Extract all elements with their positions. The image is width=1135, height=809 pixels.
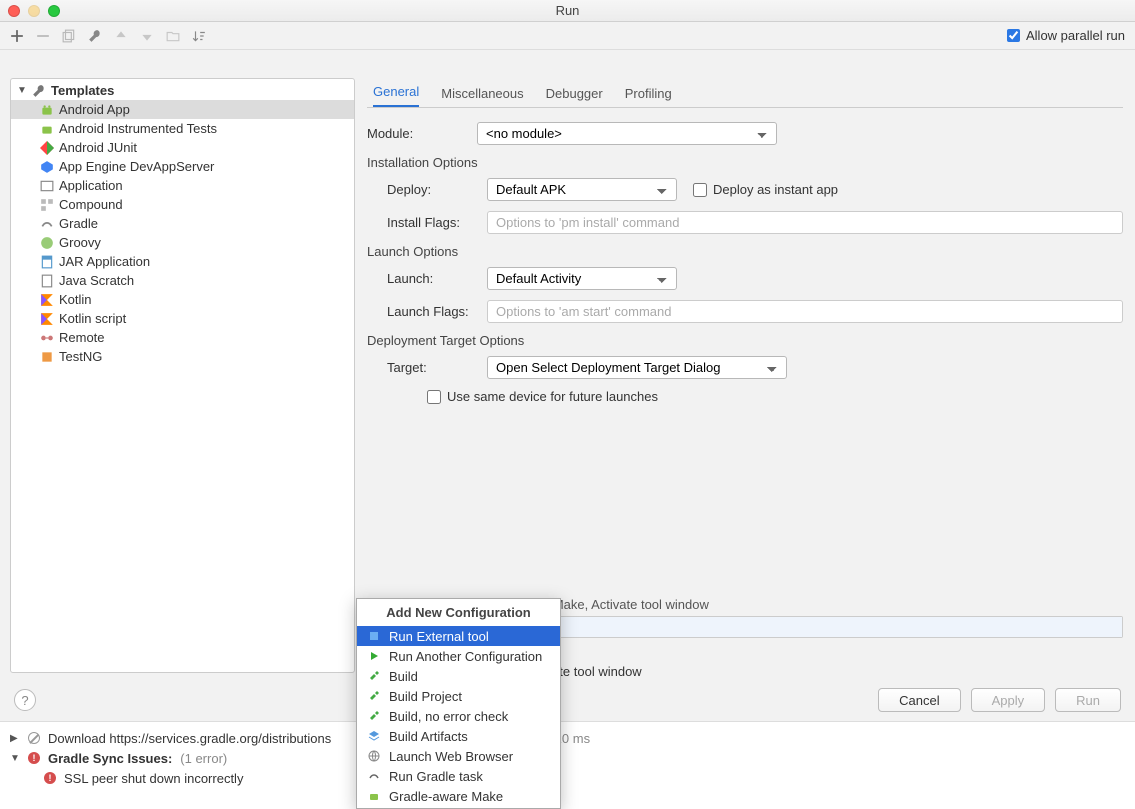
compound-icon (39, 197, 55, 213)
template-tree[interactable]: ▼ Templates Android App Android Instrume… (10, 78, 355, 673)
play-icon (367, 649, 381, 663)
apply-button[interactable]: Apply (971, 688, 1046, 712)
android-icon (39, 121, 55, 137)
launch-select[interactable]: Default Activity (487, 267, 677, 290)
use-same-device-checkbox[interactable]: Use same device for future launches (427, 389, 658, 404)
copy-icon[interactable] (62, 29, 76, 43)
remove-icon[interactable] (36, 29, 50, 43)
config-tabs: General Miscellaneous Debugger Profiling (367, 80, 1123, 108)
globe-icon (367, 749, 381, 763)
android-icon (367, 789, 381, 803)
tree-item[interactable]: JAR Application (11, 252, 354, 271)
tree-root-templates[interactable]: ▼ Templates (11, 81, 354, 100)
allow-parallel-label: Allow parallel run (1026, 28, 1125, 43)
folder-icon[interactable] (166, 29, 180, 43)
hammer-icon (367, 689, 381, 703)
build-output-panel: ▶ Download https://services.gradle.org/d… (0, 721, 1135, 799)
gradle-icon (367, 769, 381, 783)
popup-item[interactable]: Run Gradle task (357, 766, 560, 786)
jar-icon (39, 254, 55, 270)
config-toolbar: Allow parallel run (0, 22, 1135, 50)
tree-item-android-app[interactable]: Android App (11, 100, 354, 119)
install-flags-label: Install Flags: (387, 215, 487, 230)
wrench-icon[interactable] (88, 29, 102, 43)
launch-options-header: Launch Options (367, 244, 1123, 259)
popup-item[interactable]: Build Project (357, 686, 560, 706)
module-select[interactable]: <no module> (477, 122, 777, 145)
add-icon[interactable] (10, 29, 24, 43)
tree-item[interactable]: Groovy (11, 233, 354, 252)
deploy-label: Deploy: (387, 182, 487, 197)
sync-issues-label: Gradle Sync Issues: (48, 751, 172, 766)
application-icon (39, 178, 55, 194)
tree-item[interactable]: Compound (11, 195, 354, 214)
install-options-header: Installation Options (367, 155, 1123, 170)
kotlin-icon (39, 311, 55, 327)
testng-icon (39, 349, 55, 365)
tree-item[interactable]: Kotlin (11, 290, 354, 309)
deploy-target-header: Deployment Target Options (367, 333, 1123, 348)
tree-item[interactable]: Java Scratch (11, 271, 354, 290)
kotlin-icon (39, 292, 55, 308)
wrench-icon (31, 83, 47, 99)
launch-flags-label: Launch Flags: (387, 304, 487, 319)
remote-icon (39, 330, 55, 346)
android-icon (39, 102, 55, 118)
deploy-instant-checkbox[interactable]: Deploy as instant app (693, 182, 838, 197)
tab-profiling[interactable]: Profiling (625, 86, 672, 107)
popup-item[interactable]: Build, no error check (357, 706, 560, 726)
hammer-icon (367, 709, 381, 723)
popup-title: Add New Configuration (357, 601, 560, 626)
artifacts-icon (367, 729, 381, 743)
gradle-icon (39, 216, 55, 232)
allow-parallel-checkbox[interactable]: Allow parallel run (1007, 28, 1125, 43)
appengine-icon (39, 159, 55, 175)
error-icon: ! (28, 752, 40, 764)
deploy-select[interactable]: Default APK (487, 178, 677, 201)
sync-count: (1 error) (180, 751, 227, 766)
run-button[interactable]: Run (1055, 688, 1121, 712)
groovy-icon (39, 235, 55, 251)
tree-item[interactable]: Application (11, 176, 354, 195)
error-icon: ! (44, 772, 56, 784)
window-titlebar: Run (0, 0, 1135, 22)
tab-debugger[interactable]: Debugger (546, 86, 603, 107)
help-button[interactable]: ? (14, 689, 36, 711)
tree-item[interactable]: App Engine DevAppServer (11, 157, 354, 176)
popup-item-run-external-tool[interactable]: Run External tool (357, 626, 560, 646)
java-icon (39, 273, 55, 289)
tab-miscellaneous[interactable]: Miscellaneous (441, 86, 523, 107)
junit-icon (39, 140, 55, 156)
cancel-button[interactable]: Cancel (878, 688, 960, 712)
target-label: Target: (387, 360, 487, 375)
tab-general[interactable]: General (373, 84, 419, 107)
target-select[interactable]: Open Select Deployment Target Dialog (487, 356, 787, 379)
window-title: Run (0, 3, 1135, 18)
tree-item[interactable]: Remote (11, 328, 354, 347)
sort-icon[interactable] (192, 29, 206, 43)
tree-item[interactable]: Gradle (11, 214, 354, 233)
popup-item[interactable]: Run Another Configuration (357, 646, 560, 666)
add-configuration-popup: Add New Configuration Run External tool … (356, 598, 561, 809)
ssl-error-text: SSL peer shut down incorrectly (64, 771, 243, 786)
popup-item[interactable]: Launch Web Browser (357, 746, 560, 766)
module-label: Module: (367, 126, 477, 141)
popup-item[interactable]: Gradle-aware Make (357, 786, 560, 806)
warning-icon (28, 732, 40, 744)
popup-item[interactable]: Build Artifacts (357, 726, 560, 746)
launch-label: Launch: (387, 271, 487, 286)
download-line: Download https://services.gradle.org/dis… (48, 731, 331, 746)
launch-flags-input[interactable] (487, 300, 1123, 323)
popup-item[interactable]: Build (357, 666, 560, 686)
move-down-icon[interactable] (140, 29, 154, 43)
tool-icon (367, 629, 381, 643)
tree-item[interactable]: Kotlin script (11, 309, 354, 328)
hammer-icon (367, 669, 381, 683)
install-flags-input[interactable] (487, 211, 1123, 234)
tree-item[interactable]: Android JUnit (11, 138, 354, 157)
tree-item[interactable]: TestNG (11, 347, 354, 366)
move-up-icon[interactable] (114, 29, 128, 43)
tree-item[interactable]: Android Instrumented Tests (11, 119, 354, 138)
